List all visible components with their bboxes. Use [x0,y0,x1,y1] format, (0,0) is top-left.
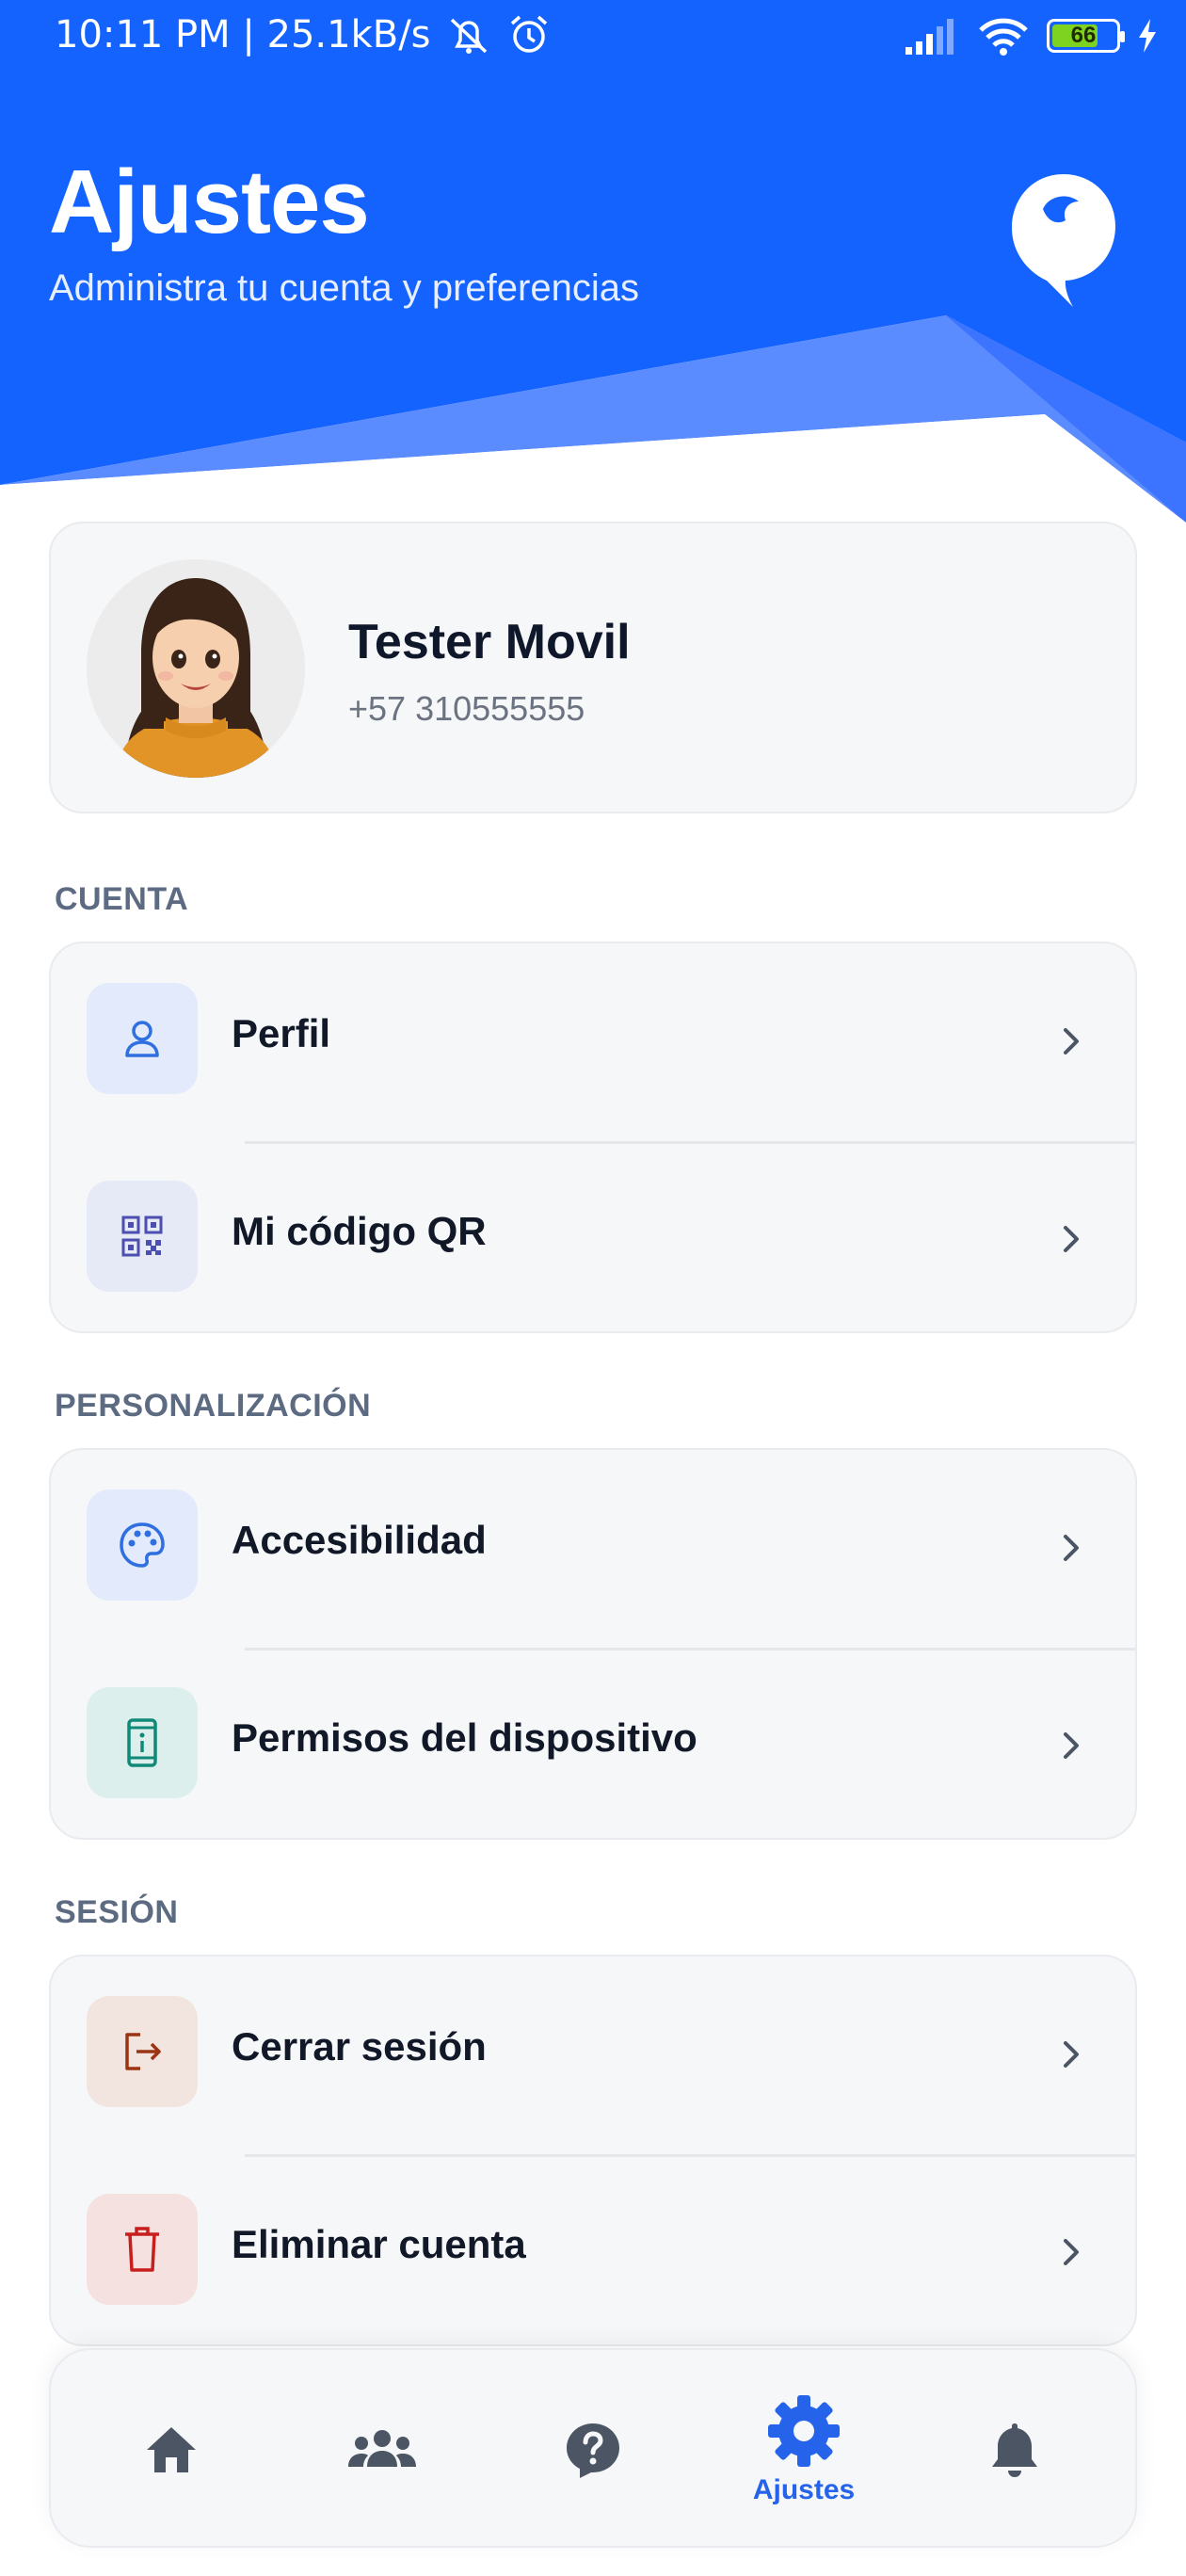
settings-item-label: Mi código QR [232,1209,487,1253]
settings-item-label: Perfil [232,1011,331,1055]
settings-item-eliminar-cuenta[interactable]: Eliminar cuenta [51,2154,1135,2344]
settings-item-label: Eliminar cuenta [232,2222,526,2266]
group-cuenta: Perfil Mi código QR [49,942,1137,1333]
chevron-right-icon [1064,1226,1079,1252]
settings-item-permisos[interactable]: Permisos del dispositivo [51,1648,1135,1838]
bottom-nav: Ajustes [49,2348,1137,2548]
trash-icon [87,2194,198,2305]
settings-item-qr[interactable]: Mi código QR [51,1141,1135,1331]
battery-level: 66 [1070,23,1097,48]
nav-item-help[interactable] [508,2350,678,2550]
logout-icon [87,1996,198,2107]
status-time-speed: 10:11 PM | 25.1kB/s [55,13,431,56]
device-info-icon [87,1687,198,1798]
settings-item-cerrar-sesion[interactable]: Cerrar sesión [51,1956,1135,2154]
palette-icon [87,1489,198,1601]
person-icon [87,983,198,1094]
people-icon [348,2430,416,2467]
bell-icon [992,2423,1037,2477]
chevron-right-icon [1064,1732,1079,1759]
group-personalizacion: Accesibilidad Permisos del dispositivo [49,1448,1137,1840]
avatar [87,559,305,778]
page-title: Ajustes [49,152,370,252]
qr-code-icon [87,1181,198,1292]
alarm-icon [510,15,547,53]
status-bar: 10:11 PM | 25.1kB/s 66 [0,0,1186,75]
settings-item-perfil[interactable]: Perfil [51,943,1135,1141]
wifi-icon [979,18,1028,56]
avatar-illustration [87,559,305,778]
header: 10:11 PM | 25.1kB/s 66 Ajustes Administr… [0,0,1186,527]
settings-item-label: Permisos del dispositivo [232,1715,697,1760]
section-label-sesion: SESIÓN [55,1894,179,1930]
nav-item-home[interactable] [87,2350,256,2550]
profile-card[interactable]: Tester Movil +57 310555555 [49,522,1137,813]
chevron-right-icon [1064,2239,1079,2265]
help-icon [567,2423,619,2478]
section-label-cuenta: CUENTA [55,881,189,917]
nav-label-ajustes: Ajustes [752,2474,856,2505]
nav-item-ajustes[interactable]: Ajustes [719,2350,889,2550]
chevron-right-icon [1064,2041,1079,2068]
battery-indicator: 66 [1047,19,1125,53]
section-label-personalizacion: PERSONALIZACIÓN [55,1388,372,1424]
home-icon [147,2427,196,2472]
group-sesion: Cerrar sesión Eliminar cuenta [49,1955,1137,2346]
brand-logo [1012,174,1115,307]
profile-name: Tester Movil [348,615,631,669]
signal-icon [906,19,954,55]
nav-item-people[interactable] [297,2350,467,2550]
settings-item-accesibilidad[interactable]: Accesibilidad [51,1450,1135,1648]
chevron-right-icon [1064,1535,1079,1561]
settings-item-label: Cerrar sesión [232,2024,487,2069]
page-subtitle: Administra tu cuenta y preferencias [49,267,639,309]
nav-item-notifications[interactable] [930,2350,1099,2550]
profile-phone: +57 310555555 [348,689,585,728]
chevron-right-icon [1064,1028,1079,1055]
gear-icon [768,2395,840,2467]
charging-icon [1139,19,1156,53]
bell-muted-icon [450,18,487,54]
settings-item-label: Accesibilidad [232,1518,487,1562]
